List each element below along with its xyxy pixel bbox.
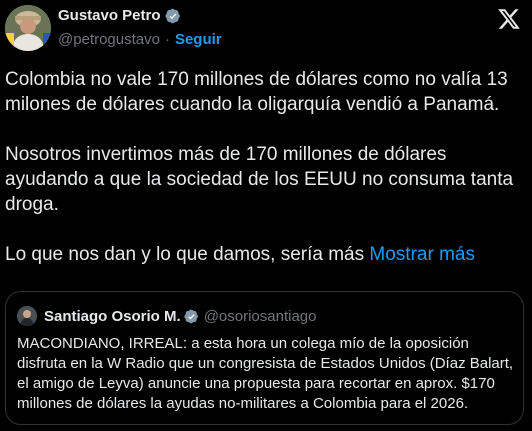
verified-badge-icon — [164, 8, 180, 23]
tweet-last-line: Lo que nos dan y lo que damos, sería más — [5, 244, 365, 265]
tweet-paragraph-2: Nosotros invertimos más de 170 millones … — [5, 144, 514, 215]
separator-dot: · — [164, 31, 170, 48]
x-logo-icon[interactable] — [497, 7, 521, 31]
author-avatar[interactable] — [5, 5, 51, 51]
tweet-text: Colombia no vale 170 millones de dólares… — [5, 67, 525, 267]
show-more-link[interactable]: Mostrar más — [369, 244, 475, 265]
author-handle[interactable]: @petrogustavo — [58, 31, 160, 48]
tweet-header: Gustavo Petro @petrogustavo · Seguir — [0, 0, 532, 56]
quoted-author-name: Santiago Osorio M. — [44, 307, 181, 325]
quoted-tweet-text: MACONDIANO, IRREAL: a esta hora un coleg… — [17, 335, 514, 412]
quoted-author-handle: @osoriosantiago — [203, 307, 317, 325]
author-handle-row: @petrogustavo · Seguir — [58, 31, 222, 48]
quoted-tweet-card[interactable]: Santiago Osorio M. @osoriosantiago MACON… — [5, 291, 524, 425]
tweet-paragraph-1: Colombia no vale 170 millones de dólares… — [5, 69, 508, 115]
author-name-row: Gustavo Petro — [58, 7, 181, 24]
tweet-paragraph-3: Lo que nos dan y lo que damos, sería más… — [5, 242, 525, 267]
quoted-tweet-header: Santiago Osorio M. @osoriosantiago — [17, 306, 316, 326]
quoted-author-avatar[interactable] — [17, 306, 37, 326]
author-display-name[interactable]: Gustavo Petro — [58, 7, 161, 24]
follow-button[interactable]: Seguir — [175, 31, 222, 48]
verified-badge-icon — [184, 309, 198, 323]
